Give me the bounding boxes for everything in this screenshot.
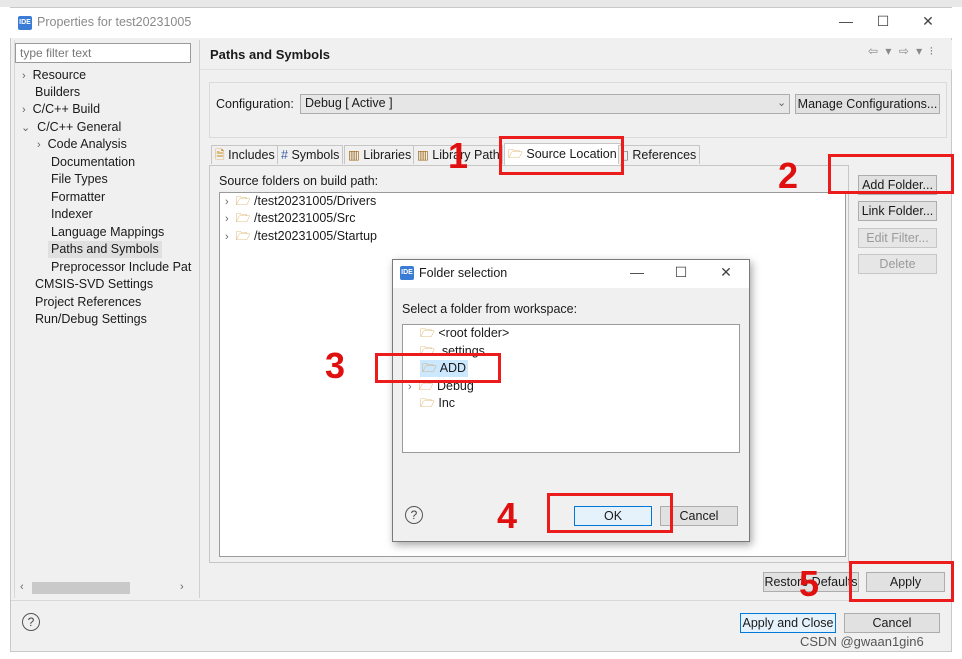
watermark: CSDN @gwaan1gin6 — [800, 634, 924, 649]
edit-filter-button[interactable]: Edit Filter... — [858, 228, 937, 248]
nav-item-builders[interactable]: Builders — [35, 84, 80, 101]
tree-label: Inc — [438, 396, 456, 410]
folder-label: /test20231005/Src — [254, 211, 356, 225]
tab-label: Symbols — [291, 148, 340, 162]
annotation-number-3: 3 — [325, 345, 346, 386]
tab-references[interactable]: ▯ References — [618, 145, 701, 164]
nav-item-paths-symbols[interactable]: Paths and Symbols — [48, 241, 162, 258]
nav-label: C/C++ General — [37, 120, 122, 134]
dialog-prompt: Select a folder from workspace: — [402, 302, 578, 316]
maximize-button[interactable]: ☐ — [873, 13, 893, 30]
folder-icon: 🗁 — [420, 396, 435, 410]
nav-item-run-debug[interactable]: Run/Debug Settings — [35, 311, 147, 328]
annotation-box-3 — [375, 353, 501, 383]
nav-label: Resource — [32, 68, 87, 82]
nav-item-cmsis-svd[interactable]: CMSIS-SVD Settings — [35, 276, 153, 293]
tab-libraries[interactable]: ▥ Libraries — [344, 145, 416, 164]
list-item[interactable]: › 🗁 /test20231005/Startup — [225, 228, 377, 245]
folder-icon: 🗁 — [235, 229, 251, 243]
nav-item-indexer[interactable]: Indexer — [51, 206, 93, 223]
nav-item-project-references[interactable]: Project References — [35, 294, 141, 311]
folder-icon: 🗁 — [235, 211, 251, 225]
nav-left-edge — [14, 40, 15, 598]
tree-item-root[interactable]: 🗁 <root folder> — [420, 325, 509, 342]
background-window-strip — [0, 0, 962, 7]
help-icon[interactable]: ? — [22, 613, 40, 631]
annotation-box-4 — [547, 493, 673, 533]
folder-icon: 🗁 — [235, 194, 251, 208]
folder-icon: 🗁 — [420, 326, 435, 340]
nav-item-cpp-general[interactable]: ⌄ C/C++ General — [21, 119, 121, 136]
library-path-icon: ▥ — [417, 148, 429, 162]
nav-item-file-types[interactable]: File Types — [51, 171, 108, 188]
list-item[interactable]: › 🗁 /test20231005/Src — [225, 210, 355, 227]
library-icon: ▥ — [348, 148, 360, 162]
chevron-right-icon: › — [225, 231, 229, 243]
tab-label: Libraries — [363, 148, 412, 162]
dialog-minimize-button[interactable]: — — [627, 264, 647, 280]
nav-item-language-mappings[interactable]: Language Mappings — [51, 224, 164, 241]
folder-label: /test20231005/Startup — [254, 229, 378, 243]
tree-label: <root folder> — [438, 326, 510, 340]
page-title: Paths and Symbols — [210, 47, 330, 62]
history-nav-icon[interactable]: ⇦ ▾ ⇨ ▾ ⁝ — [868, 44, 935, 58]
folder-label: /test20231005/Drivers — [254, 194, 377, 208]
annotation-box-1 — [499, 136, 624, 175]
annotation-box-5 — [849, 561, 954, 602]
tree-item-inc[interactable]: 🗁 Inc — [420, 395, 455, 412]
chevron-down-icon: ⌄ — [21, 122, 31, 134]
nav-label: C/C++ Build — [32, 102, 101, 116]
chevron-right-icon: › — [37, 139, 41, 151]
nav-item-resource[interactable]: › Resource — [22, 67, 86, 84]
close-button[interactable]: ✕ — [918, 13, 938, 30]
chevron-right-icon: › — [22, 104, 26, 116]
cancel-button[interactable]: Cancel — [844, 613, 940, 633]
nav-item-documentation[interactable]: Documentation — [51, 154, 135, 171]
dialog-maximize-button[interactable]: ☐ — [671, 264, 691, 281]
chevron-right-icon: › — [22, 70, 26, 82]
minimize-button[interactable]: — — [836, 13, 856, 29]
chevron-right-icon: › — [225, 213, 229, 225]
chevron-right-icon: › — [225, 196, 229, 208]
manage-configurations-button[interactable]: Manage Configurations... — [795, 94, 940, 114]
link-folder-button[interactable]: Link Folder... — [858, 201, 937, 221]
source-folders-label: Source folders on build path: — [219, 174, 379, 188]
scroll-left-icon[interactable]: ‹ — [20, 581, 24, 593]
list-item[interactable]: › 🗁 /test20231005/Drivers — [225, 193, 376, 210]
nav-item-code-analysis[interactable]: › Code Analysis — [37, 136, 127, 153]
hash-icon: # — [281, 148, 288, 162]
annotation-number-2: 2 — [778, 155, 799, 196]
delete-button[interactable]: Delete — [858, 254, 937, 274]
nav-item-formatter[interactable]: Formatter — [51, 189, 105, 206]
annotation-number-4: 4 — [497, 495, 518, 536]
scroll-right-icon[interactable]: › — [180, 581, 184, 593]
annotation-number-1: 1 — [448, 135, 469, 176]
configuration-label: Configuration: — [216, 97, 294, 111]
sash[interactable] — [199, 40, 200, 598]
dialog-help-icon[interactable]: ? — [405, 506, 423, 524]
tab-includes[interactable]: 🗎 Includes — [211, 145, 279, 164]
configuration-select[interactable]: Debug [ Active ] — [300, 94, 790, 114]
dialog-title: Folder selection — [419, 266, 508, 280]
tab-label: Includes — [228, 148, 275, 162]
includes-icon: 🗎 — [215, 148, 225, 162]
nav-item-preprocessor[interactable]: Preprocessor Include Path — [51, 259, 192, 276]
ide-logo-icon: IDE — [400, 266, 414, 280]
tab-symbols[interactable]: # Symbols — [277, 145, 344, 164]
filter-input[interactable]: type filter text — [15, 43, 191, 63]
chevron-down-icon[interactable]: ⌄ — [777, 96, 786, 109]
annotation-number-5: 5 — [799, 563, 820, 604]
tab-label: References — [632, 148, 697, 162]
window-title: Properties for test20231005 — [37, 15, 192, 29]
apply-and-close-button[interactable]: Apply and Close — [740, 613, 836, 633]
annotation-box-2 — [828, 154, 954, 194]
nav-label: Code Analysis — [47, 137, 127, 151]
dialog-close-button[interactable]: ✕ — [716, 264, 736, 281]
nav-scrollbar-thumb[interactable] — [32, 582, 130, 594]
nav-item-cpp-build[interactable]: › C/C++ Build — [22, 101, 100, 118]
configuration-value: Debug [ Active ] — [305, 96, 393, 110]
ide-logo-icon: IDE — [18, 16, 32, 30]
